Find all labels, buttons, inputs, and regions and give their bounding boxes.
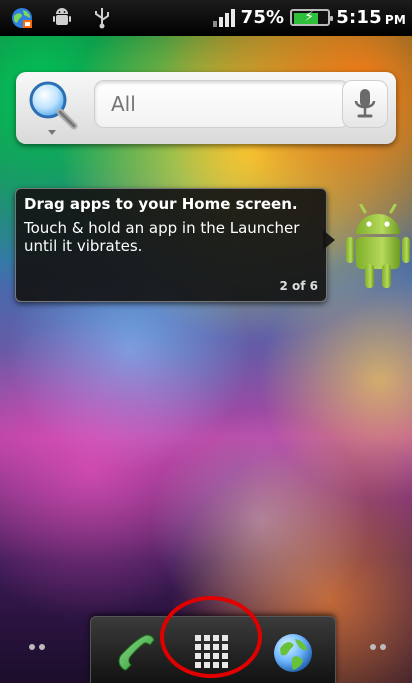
usb-icon (90, 6, 114, 30)
search-input[interactable] (94, 80, 350, 128)
tooltip-body: Touch & hold an app in the Launcher unti… (24, 219, 300, 255)
charging-bolt-icon: ⚡ (304, 9, 315, 25)
voice-search-button[interactable] (342, 80, 388, 128)
microphone-icon (354, 89, 376, 118)
status-bar-left-icons (10, 6, 114, 30)
globe-icon (274, 634, 312, 672)
android-mascot-icon (345, 203, 411, 290)
home-screen: 75% ⚡ 5:15 PM All Drag apps to your Home… (0, 0, 412, 683)
page-indicator-left[interactable] (29, 644, 51, 652)
battery-percent: 75% (240, 7, 285, 28)
phone-icon (118, 634, 155, 671)
clock-suffix: PM (384, 13, 406, 27)
android-notification-icon (50, 6, 74, 30)
tooltip-counter: 2 of 6 (279, 279, 318, 293)
highlight-annotation-circle (160, 596, 262, 678)
status-bar-right-icons: 75% ⚡ 5:15 PM (212, 7, 406, 28)
browser-globe-icon (10, 6, 34, 30)
page-indicator-right[interactable] (370, 644, 392, 652)
phone-button[interactable] (109, 627, 161, 679)
battery-charging-icon: ⚡ (290, 9, 334, 26)
tooltip-pointer (323, 230, 335, 250)
signal-icon (212, 8, 235, 27)
clock-time: 5:15 (336, 7, 382, 28)
tips-tooltip[interactable]: Drag apps to your Home screen. Touch & h… (15, 188, 327, 302)
tooltip-title: Drag apps to your Home screen. (24, 195, 298, 213)
search-magnifier-icon[interactable] (26, 78, 82, 138)
status-bar: 75% ⚡ 5:15 PM (0, 0, 412, 36)
search-widget[interactable] (16, 72, 396, 144)
browser-button[interactable] (267, 627, 319, 679)
clock: 5:15 PM (336, 7, 406, 28)
